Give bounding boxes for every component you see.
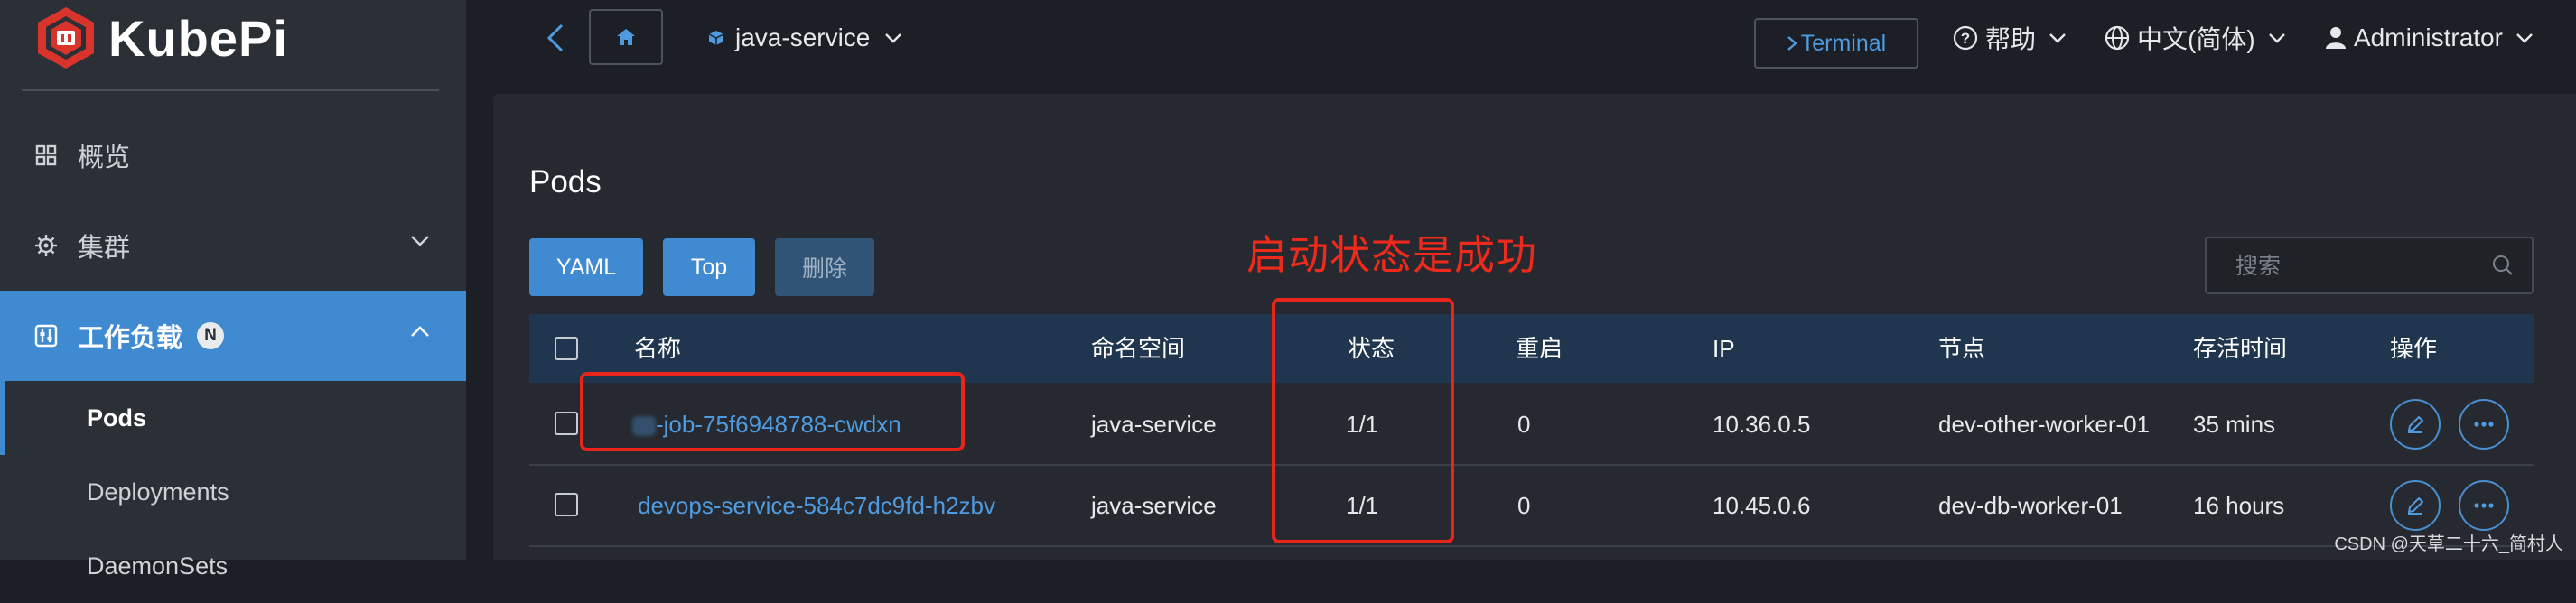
column-header-restarts[interactable]: 重启 [1516,314,1563,383]
column-header-namespace[interactable]: 命名空间 [1091,314,1185,383]
column-header-age[interactable]: 存活时间 [2193,314,2287,383]
chevron-up-icon [411,326,429,337]
row-checkbox[interactable] [555,493,578,516]
brand-name: KubePi [108,9,288,67]
home-button[interactable] [589,9,663,65]
language-menu[interactable]: 中文(简体) [2105,20,2286,56]
annotation-text: 启动状态是成功 [1246,232,1538,278]
globe-icon [2105,25,2130,51]
column-header-actions: 操作 [2390,335,2438,362]
pod-node: dev-db-worker-01 [1938,492,2123,519]
workload-icon [34,324,58,348]
sidebar-subitem-deployments[interactable]: Deployments [0,455,466,529]
search-icon[interactable] [2492,255,2514,276]
pod-restarts: 0 [1517,492,1531,519]
sidebar-item-overview[interactable]: 概览 [0,110,466,200]
watermark: CSDN @天草二十六_简村人 [2334,534,2563,554]
pod-namespace: java-service [1091,492,1217,519]
column-header-ip[interactable]: IP [1713,314,1735,383]
sidebar-subitem-label: Pods [87,404,147,431]
top-bar: java-service Terminal ? 帮助 中文(简体) Admini… [466,0,2576,76]
pod-ip: 10.36.0.5 [1713,411,1811,438]
column-header-node[interactable]: 节点 [1938,314,1985,383]
help-circle-icon: ? [1953,25,1978,51]
chevron-right-icon [1787,30,1797,58]
terminal-button[interactable]: Terminal [1754,18,1918,69]
sidebar-item-workloads[interactable]: 工作负载 N [0,291,466,381]
help-label: 帮助 [1985,25,2037,53]
yaml-button[interactable]: YAML [529,238,643,296]
more-actions-button[interactable] [2459,399,2509,450]
sidebar-item-label: 集群 [78,234,131,263]
sidebar-item-label: 工作负载 [78,324,183,353]
select-all-checkbox[interactable] [555,337,578,360]
more-dots-icon [2474,503,2494,508]
pod-age: 16 hours [2193,492,2285,519]
chevron-down-icon [885,33,902,43]
sidebar: KubePi 概览 集群 工作负载 N Pods Deployments Dae… [0,0,466,580]
namespace-cube-icon [708,31,724,45]
annotation-box-status [1272,298,1454,543]
search-input[interactable] [2234,238,2481,294]
chevron-down-icon [2268,32,2286,43]
pod-node: dev-other-worker-01 [1938,411,2151,438]
sidebar-item-label: 概览 [78,144,131,172]
help-menu[interactable]: ? 帮助 [1953,20,2067,56]
pencil-icon [2407,496,2424,515]
top-button[interactable]: Top [663,238,755,296]
chevron-down-icon [2049,32,2067,43]
helm-wheel-icon [34,234,58,257]
more-actions-button[interactable] [2459,480,2509,531]
search-box[interactable] [2205,237,2534,294]
chevron-down-icon [411,236,429,246]
namespace-select[interactable]: java-service [708,20,902,56]
user-menu[interactable]: Administrator [2325,20,2534,56]
pod-name-link[interactable]: devops-service-584c7dc9fd-h2zbv [638,466,995,545]
user-label: Administrator [2354,23,2503,51]
sidebar-subitem-label: DaemonSets [87,552,229,580]
edit-button[interactable] [2390,399,2441,450]
home-icon [617,29,635,45]
user-icon [2325,26,2347,50]
terminal-label: Terminal [1800,30,1887,56]
app-logo[interactable]: KubePi [34,5,288,70]
kubepi-logo-icon [38,7,94,69]
pencil-icon [2407,415,2424,433]
pod-ip: 10.45.0.6 [1713,492,1811,519]
pod-age: 35 mins [2193,411,2276,438]
annotation-box-pod-name [580,372,965,451]
delete-button[interactable]: 删除 [775,238,874,296]
new-badge: N [197,322,225,349]
chevron-down-icon [2515,32,2534,43]
back-arrow-icon[interactable] [542,22,569,54]
pod-namespace: java-service [1091,411,1217,438]
sidebar-subitem-pods[interactable]: Pods [0,381,466,455]
sidebar-subitem-label: Deployments [87,478,229,506]
sidebar-subitem-daemonsets[interactable]: DaemonSets [0,529,466,603]
page-title: Pods [529,164,602,199]
more-dots-icon [2474,422,2494,427]
pod-restarts: 0 [1517,411,1531,438]
edit-button[interactable] [2390,480,2441,531]
table-row: devops-service-584c7dc9fd-h2zbv java-ser… [529,466,2534,547]
dashboard-icon [34,144,58,167]
row-checkbox[interactable] [555,412,578,435]
namespace-value: java-service [735,23,871,51]
svg-text:?: ? [1961,30,1970,47]
sidebar-divider [22,89,439,91]
language-label: 中文(简体) [2137,25,2255,53]
sidebar-item-cluster[interactable]: 集群 [0,200,466,291]
